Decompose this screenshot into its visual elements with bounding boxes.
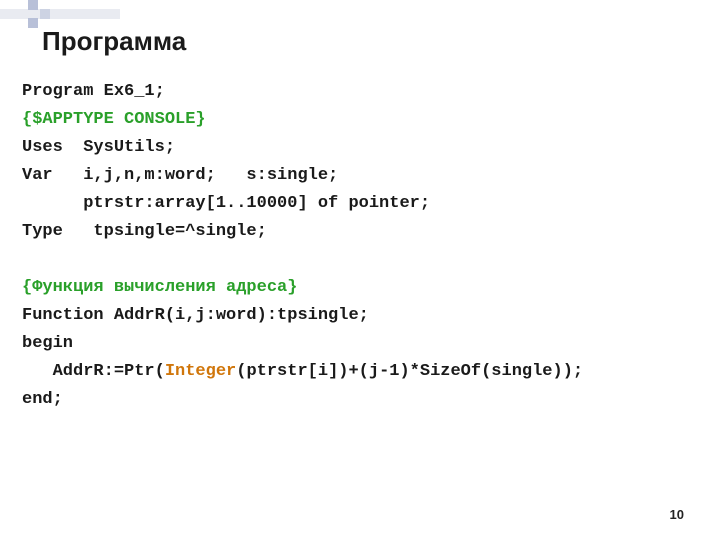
decor-square	[28, 0, 38, 10]
code-line: Type tpsingle=^single;	[22, 222, 267, 241]
decor-bar	[0, 9, 120, 19]
code-text: AddrR:=Ptr(	[22, 362, 165, 381]
code-line: Uses SysUtils;	[22, 138, 175, 157]
code-line: begin	[22, 334, 73, 353]
code-text: (ptrstr[i])+(j-1)*SizeOf(single));	[236, 362, 583, 381]
code-line: ptrstr:array[1..10000] of pointer;	[22, 194, 430, 213]
code-line: Function AddrR(i,j:word):tpsingle;	[22, 306, 369, 325]
code-comment: {$APPTYPE CONSOLE}	[22, 110, 206, 129]
code-line: Var i,j,n,m:word; s:single;	[22, 166, 338, 185]
slide-title: Программа	[42, 26, 186, 57]
code-line: end;	[22, 390, 63, 409]
code-line: Program Ex6_1;	[22, 82, 165, 101]
decor-square	[40, 9, 50, 19]
page-number: 10	[670, 507, 684, 522]
code-line: AddrR:=Ptr(Integer(ptrstr[i])+(j-1)*Size…	[22, 362, 583, 381]
slide-corner-decoration	[0, 0, 120, 28]
decor-square	[28, 18, 38, 28]
code-block: Program Ex6_1; {$APPTYPE CONSOLE} Uses S…	[22, 78, 698, 414]
code-comment: {Функция вычисления адреса}	[22, 278, 297, 297]
code-keyword: Integer	[165, 362, 236, 381]
